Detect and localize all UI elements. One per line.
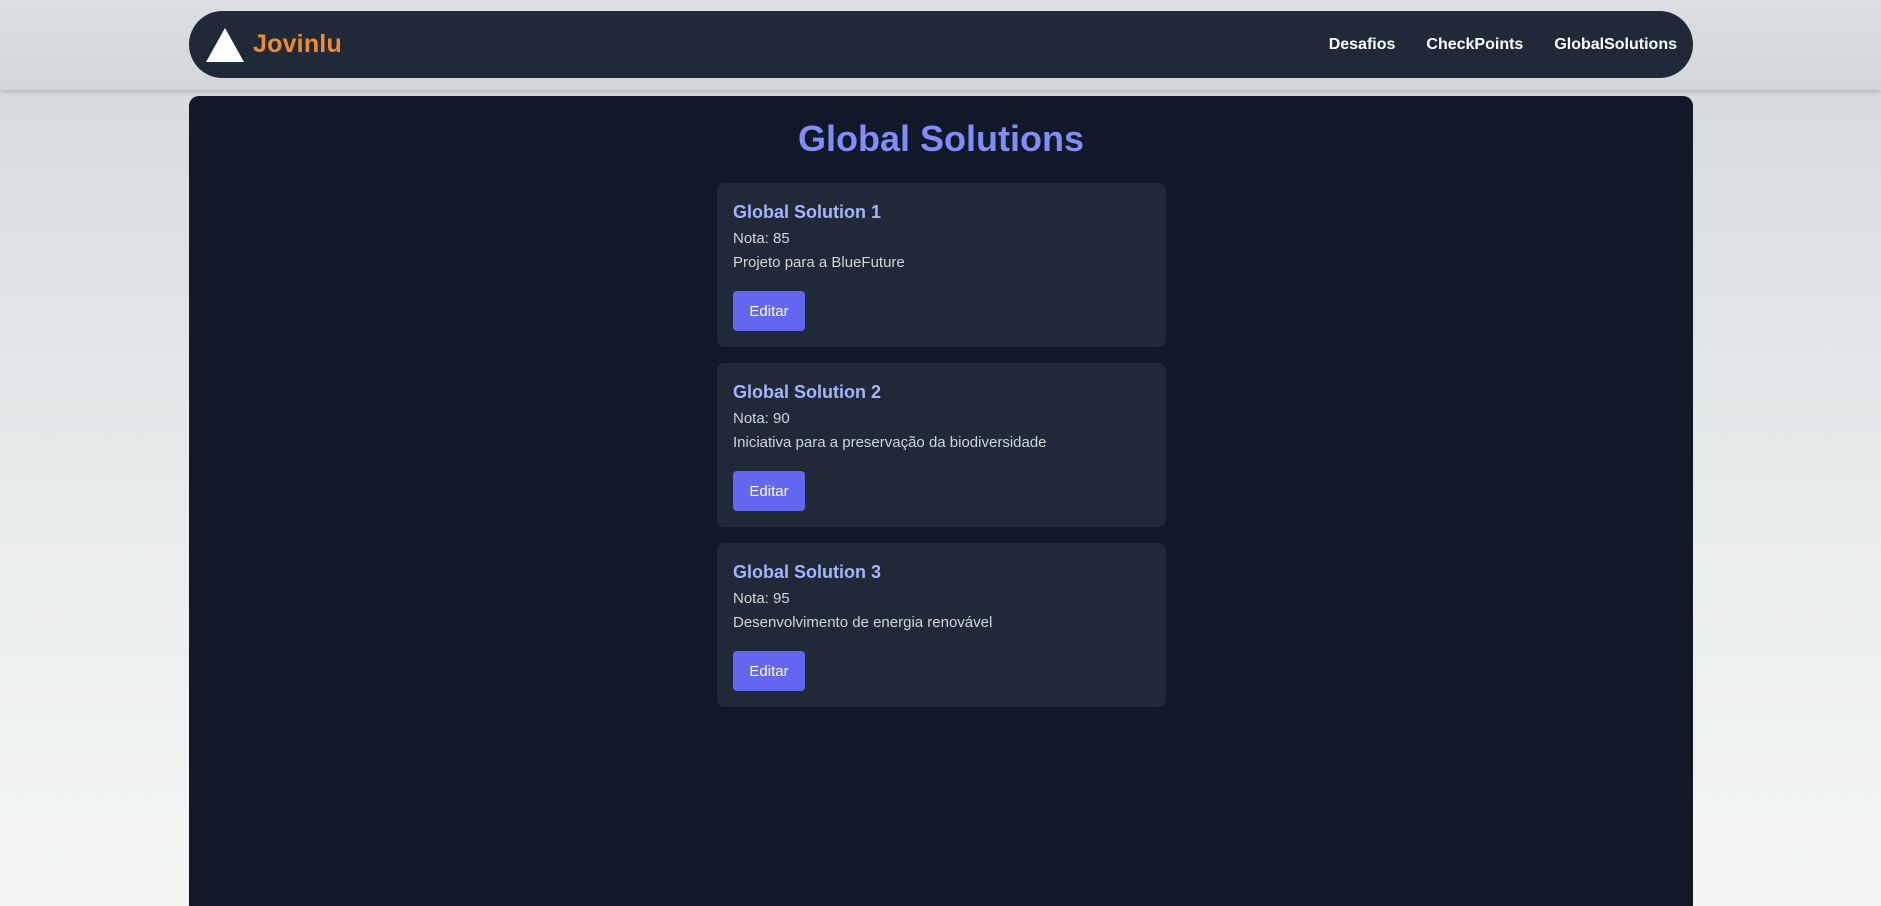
solution-grade: Nota: 95	[733, 587, 1150, 611]
solution-card: Global Solution 1 Nota: 85 Projeto para …	[717, 183, 1166, 347]
edit-button[interactable]: Editar	[733, 651, 805, 691]
solution-description: Desenvolvimento de energia renovável	[733, 614, 993, 631]
grade-label: Nota:	[733, 590, 769, 607]
solution-grade: Nota: 85	[733, 227, 1150, 251]
solution-grade: Nota: 90	[733, 407, 1150, 431]
grade-label: Nota:	[733, 410, 769, 427]
edit-button[interactable]: Editar	[733, 471, 805, 511]
solution-list: Global Solution 1 Nota: 85 Projeto para …	[717, 183, 1166, 723]
solution-card: Global Solution 2 Nota: 90 Iniciativa pa…	[717, 363, 1166, 527]
grade-value: 95	[773, 590, 790, 607]
nav-link-desafios[interactable]: Desafios	[1329, 36, 1396, 54]
grade-label: Nota:	[733, 230, 769, 247]
solution-description: Projeto para a BlueFuture	[733, 254, 905, 271]
nav-link-checkpoints[interactable]: CheckPoints	[1426, 36, 1523, 54]
page-title: Global Solutions	[798, 118, 1084, 159]
solution-card: Global Solution 3 Nota: 95 Desenvolvimen…	[717, 543, 1166, 707]
edit-button[interactable]: Editar	[733, 291, 805, 331]
solution-title: Global Solution 2	[733, 382, 881, 402]
brand-link[interactable]: Jovinlu	[205, 27, 342, 63]
grade-value: 85	[773, 230, 790, 247]
nav-links: Desafios CheckPoints GlobalSolutions	[1298, 36, 1677, 54]
brand-name: Jovinlu	[253, 30, 342, 58]
solution-title: Global Solution 1	[733, 202, 881, 222]
solution-description: Iniciativa para a preservação da biodive…	[733, 434, 1047, 451]
triangle-logo-icon	[206, 27, 244, 62]
navbar: Jovinlu Desafios CheckPoints GlobalSolut…	[189, 11, 1693, 78]
solution-title: Global Solution 3	[733, 562, 881, 582]
main-panel: Global Solutions Global Solution 1 Nota:…	[189, 96, 1693, 906]
grade-value: 90	[773, 410, 790, 427]
nav-link-globalsolutions[interactable]: GlobalSolutions	[1554, 36, 1677, 54]
